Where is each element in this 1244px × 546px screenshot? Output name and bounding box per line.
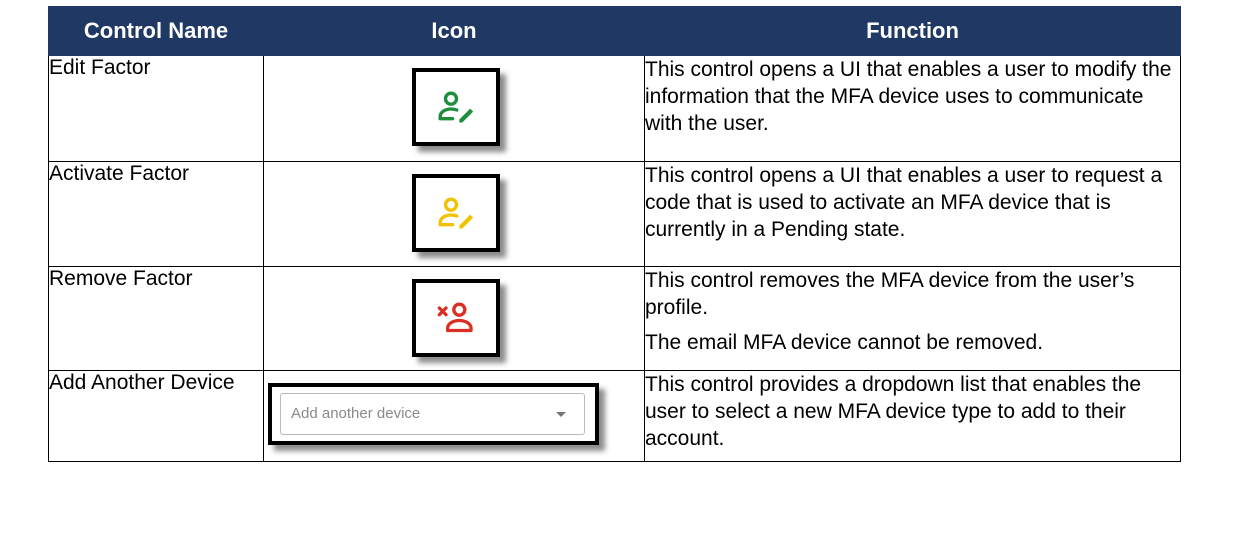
table-row: Edit Factor This control opens a UI that… xyxy=(48,55,1181,162)
activate-factor-icon-frame xyxy=(412,174,500,252)
dropdown-placeholder: Add another device xyxy=(291,405,421,422)
function-text: This control removes the MFA device from… xyxy=(645,269,1135,319)
function-cell: This control opens a UI that enables a u… xyxy=(644,55,1181,162)
control-name: Activate Factor xyxy=(48,161,264,267)
control-name: Edit Factor xyxy=(48,55,264,162)
function-cell: This control provides a dropdown list th… xyxy=(644,370,1181,462)
table-header-row: Control Name Icon Function xyxy=(48,6,1181,56)
table-row: Remove Factor This control removes the M… xyxy=(48,266,1181,371)
user-remove-icon[interactable] xyxy=(436,298,476,338)
header-function: Function xyxy=(644,6,1181,56)
icon-cell xyxy=(263,161,645,267)
icon-cell: Add another device xyxy=(263,370,645,462)
table-row: Add Another Device Add another device Th… xyxy=(48,370,1181,462)
header-icon: Icon xyxy=(263,6,645,56)
controls-table: Control Name Icon Function Edit Factor T… xyxy=(48,6,1181,462)
function-text: This control opens a UI that enables a u… xyxy=(645,164,1163,241)
function-cell: This control opens a UI that enables a u… xyxy=(644,161,1181,267)
user-edit-icon[interactable] xyxy=(436,87,476,127)
icon-cell xyxy=(263,55,645,162)
function-text: This control opens a UI that enables a u… xyxy=(645,58,1172,135)
function-note: The email MFA device cannot be removed. xyxy=(645,331,1044,354)
function-text: This control provides a dropdown list th… xyxy=(645,373,1142,450)
chevron-down-icon[interactable] xyxy=(556,412,566,417)
remove-factor-icon-frame xyxy=(412,279,500,357)
edit-factor-icon-frame xyxy=(412,68,500,146)
header-control-name: Control Name xyxy=(48,6,264,56)
add-device-dropdown[interactable]: Add another device xyxy=(280,393,585,435)
icon-cell xyxy=(263,266,645,371)
user-edit-icon[interactable] xyxy=(436,193,476,233)
function-cell: This control removes the MFA device from… xyxy=(644,266,1181,371)
dropdown-frame: Add another device xyxy=(268,383,599,445)
table-row: Activate Factor This control opens a UI … xyxy=(48,161,1181,267)
control-name: Remove Factor xyxy=(48,266,264,371)
control-name: Add Another Device xyxy=(48,370,264,462)
